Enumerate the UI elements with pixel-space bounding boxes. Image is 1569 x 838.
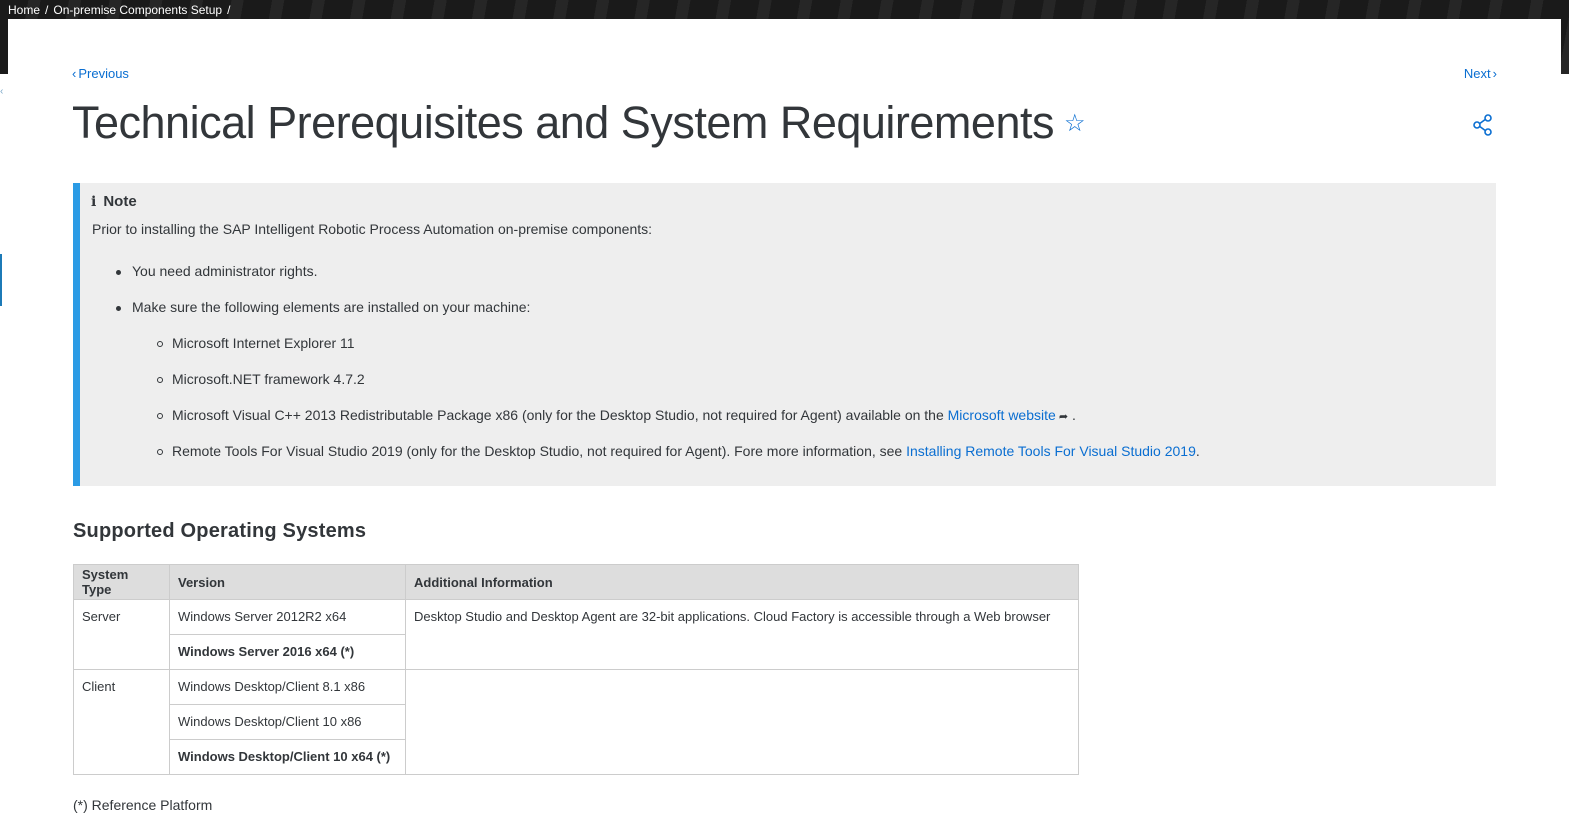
star-icon[interactable]: ☆ [1064,109,1086,138]
main-content: ‹ Previous Next › Technical Prerequisite… [8,19,1561,838]
sub-list-text: Remote Tools For Visual Studio 2019 (onl… [172,443,907,459]
page-title: Technical Prerequisites and System Requi… [72,97,1085,149]
remote-tools-link[interactable]: Installing Remote Tools For Visual Studi… [906,443,1196,459]
version-cell: Windows Desktop/Client 8.1 x86 [169,669,406,705]
footnote: (*) Reference Platform [73,797,213,813]
previous-label: Previous [78,66,129,81]
note-heading-text: Note [103,193,137,210]
system-type-cell: Client [73,669,170,775]
version-cell: Windows Desktop/Client 10 x64 (*) [169,739,406,775]
page-title-text: Technical Prerequisites and System Requi… [72,97,1054,148]
section-title: Supported Operating Systems [73,520,367,542]
next-label: Next [1463,66,1491,81]
note-intro: Prior to installing the SAP Intelligent … [92,221,653,237]
breadcrumb-section-link[interactable]: On-premise Components Setup [53,3,222,17]
table-row: Server Windows Server 2012R2 x64 Desktop… [73,599,1079,670]
table-row: Client Windows Desktop/Client 8.1 x86 [73,669,1079,775]
list-item: You need administrator rights. [115,263,318,279]
left-sidebar-edge: ‹ [0,74,8,838]
system-type-cell: Server [73,599,170,670]
list-item: Make sure the following elements are ins… [115,299,531,315]
note-box: i Note Prior to installing the SAP Intel… [73,183,1496,486]
note-heading: i Note [91,193,137,210]
version-cell: Windows Server 2012R2 x64 [169,599,406,635]
column-header: Additional Information [405,564,1079,600]
share-icon[interactable] [1472,113,1494,137]
sub-list-text: Microsoft Visual C++ 2013 Redistributabl… [172,407,948,423]
additional-info-cell: Desktop Studio and Desktop Agent are 32-… [405,599,1079,670]
chevron-left-icon: ‹ [72,66,77,81]
sub-list-item: Microsoft Internet Explorer 11 [157,335,355,351]
right-edge [1561,74,1569,838]
breadcrumb: Home / On-premise Components Setup / [8,3,230,17]
sub-list-item: Remote Tools For Visual Studio 2019 (onl… [157,443,1200,459]
table-header-row: System Type Version Additional Informati… [73,564,1079,600]
chevron-right-icon: › [1492,66,1497,81]
collapse-chevron-icon[interactable]: ‹ [0,86,3,97]
breadcrumb-separator: / [227,3,231,17]
supported-os-table: System Type Version Additional Informati… [73,564,1079,775]
version-cell: Windows Desktop/Client 10 x86 [169,704,406,740]
sub-list-item: Microsoft Visual C++ 2013 Redistributabl… [157,407,1076,423]
column-header: Version [169,564,406,600]
sub-list-text-end: . [1195,443,1200,459]
breadcrumb-separator: / [45,3,49,17]
sub-list-text-end: . [1068,407,1076,423]
version-cell: Windows Server 2016 x64 (*) [169,634,406,670]
microsoft-website-link[interactable]: Microsoft website [948,407,1056,423]
column-header: System Type [73,564,170,600]
next-link[interactable]: Next › [1464,66,1497,81]
sub-list-item: Microsoft.NET framework 4.7.2 [157,371,365,387]
breadcrumb-home-link[interactable]: Home [8,3,40,17]
previous-link[interactable]: ‹ Previous [72,66,129,81]
active-section-marker [0,254,2,306]
info-icon: i [91,193,97,210]
external-link-icon: ➦ [1055,411,1069,423]
additional-info-cell [405,669,1079,775]
